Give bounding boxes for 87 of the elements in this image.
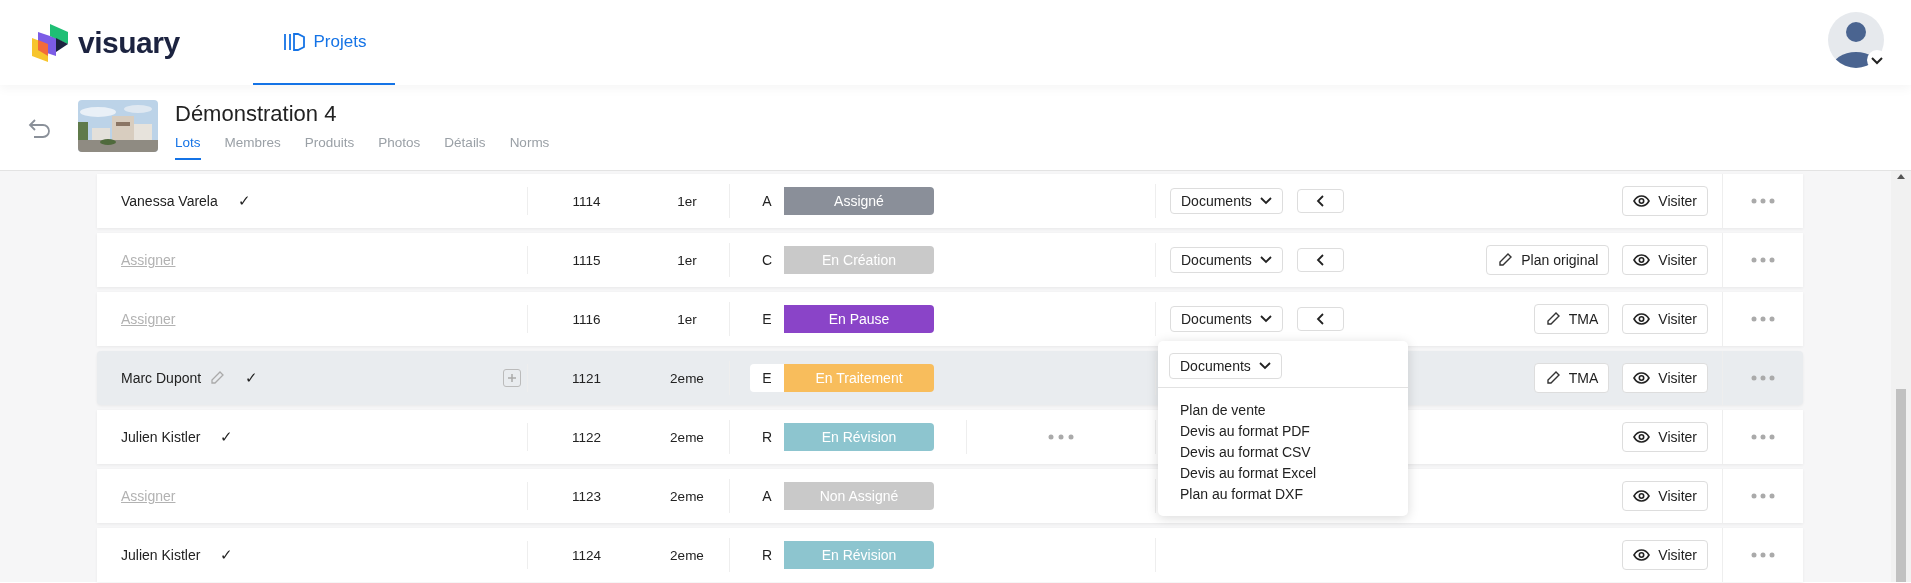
- floor-label: 2eme: [645, 361, 730, 395]
- floor-label: 2eme: [645, 420, 730, 454]
- project-tab[interactable]: Lots: [175, 135, 201, 160]
- more-icon[interactable]: [1048, 434, 1074, 440]
- assignee-name: Marc Dupont: [121, 370, 202, 386]
- lot-number: 1124: [571, 546, 602, 565]
- status-badge: En Révision: [784, 541, 934, 569]
- more-icon[interactable]: [1751, 316, 1775, 322]
- collapse-button[interactable]: [1296, 307, 1344, 331]
- more-icon[interactable]: [1751, 493, 1775, 499]
- pencil-icon[interactable]: [209, 370, 226, 386]
- eye-icon: [1633, 549, 1651, 561]
- edit-plan-button[interactable]: Plan original: [1486, 245, 1610, 275]
- back-icon[interactable]: [28, 117, 52, 138]
- check-mark: ✓: [245, 369, 259, 387]
- floor-label: 1er: [645, 302, 730, 336]
- documents-dropdown[interactable]: Documents: [1170, 247, 1283, 273]
- chevron-left-icon: [1316, 195, 1325, 207]
- more-icon[interactable]: [1751, 198, 1775, 204]
- menu-item[interactable]: Devis au format CSV: [1180, 444, 1386, 460]
- visit-button[interactable]: Visiter: [1622, 186, 1708, 216]
- assignee-name: Julien Kistler: [121, 547, 201, 563]
- visit-button[interactable]: Visiter: [1622, 245, 1708, 275]
- documents-dropdown[interactable]: Documents: [1170, 306, 1283, 332]
- floor-label: 1er: [645, 184, 730, 218]
- floor-label: 2eme: [645, 479, 730, 513]
- eye-icon: [1633, 372, 1651, 384]
- eye-icon: [1633, 195, 1651, 207]
- documents-dropdown[interactable]: Documents: [1170, 188, 1283, 214]
- eye-icon: [1633, 431, 1651, 443]
- project-title: Démonstration 4: [175, 101, 338, 127]
- logo-text: visuary: [78, 25, 180, 60]
- lot-number: 1114: [571, 192, 602, 211]
- chevron-down-icon: [1259, 197, 1272, 205]
- lot-row[interactable]: Assigner 1116 1er E En Pause Documents TMA Visiter: [97, 292, 1803, 346]
- lot-number: 1122: [571, 428, 602, 447]
- chevron-left-icon: [1316, 313, 1325, 325]
- check-mark: ✓: [220, 428, 234, 446]
- edit-plan-button[interactable]: TMA: [1533, 363, 1610, 393]
- documents-dropdown[interactable]: Documents: [1169, 353, 1282, 379]
- pencil-icon: [1497, 252, 1514, 268]
- floor-label: 1er: [645, 243, 730, 277]
- projects-tab[interactable]: Projets: [253, 0, 395, 85]
- lot-number: 1116: [571, 310, 602, 329]
- eye-icon: [1633, 490, 1651, 502]
- lot-row[interactable]: Julien Kistler ✓ 1124 2eme R En Révision Visiter: [97, 528, 1803, 582]
- assignee-name: Julien Kistler: [121, 429, 201, 445]
- menu-item[interactable]: Plan au format DXF: [1180, 486, 1386, 502]
- scroll-thumb[interactable]: [1896, 389, 1906, 582]
- scrollbar[interactable]: [1891, 171, 1911, 582]
- visit-button[interactable]: Visiter: [1622, 363, 1708, 393]
- eye-icon: [1633, 313, 1651, 325]
- status-badge: En Traitement: [784, 364, 934, 392]
- collapse-button[interactable]: [1296, 248, 1344, 272]
- lot-row[interactable]: Vanessa Varela ✓ 1114 1er A Assigné Documents Visiter: [97, 174, 1803, 228]
- status-badge: Assigné: [784, 187, 934, 215]
- check-mark: ✓: [220, 546, 234, 564]
- edit-plan-button[interactable]: TMA: [1533, 304, 1610, 334]
- visit-button[interactable]: Visiter: [1622, 540, 1708, 570]
- visit-button[interactable]: Visiter: [1622, 304, 1708, 334]
- lot-number: 1123: [571, 487, 602, 506]
- status-badge: En Pause: [784, 305, 934, 333]
- visit-button[interactable]: Visiter: [1622, 422, 1708, 452]
- pencil-icon: [1544, 370, 1561, 386]
- check-mark: ✓: [237, 192, 251, 210]
- collapse-button[interactable]: [1296, 189, 1344, 213]
- more-icon[interactable]: [1751, 375, 1775, 381]
- columns-icon: [281, 31, 306, 52]
- assignee-name: Vanessa Varela: [121, 193, 218, 209]
- lot-number: 1115: [571, 251, 602, 270]
- chevron-down-icon: [1258, 362, 1271, 370]
- chevron-left-icon: [1316, 254, 1325, 266]
- more-icon[interactable]: [1751, 552, 1775, 558]
- chevron-down-icon: [1259, 256, 1272, 264]
- plus-icon[interactable]: [503, 369, 521, 387]
- status-letter: E: [750, 364, 784, 392]
- more-icon[interactable]: [1751, 434, 1775, 440]
- pencil-icon: [1544, 311, 1561, 327]
- status-badge: En Révision: [784, 423, 934, 451]
- more-icon[interactable]: [1751, 257, 1775, 263]
- floor-label: 2eme: [645, 538, 730, 572]
- visit-button[interactable]: Visiter: [1622, 481, 1708, 511]
- scroll-up-icon[interactable]: [1897, 173, 1905, 179]
- lot-number: 1121: [571, 369, 602, 388]
- eye-icon: [1633, 254, 1651, 266]
- menu-item[interactable]: Devis au format PDF: [1180, 423, 1386, 439]
- chevron-down-icon: [1259, 315, 1272, 323]
